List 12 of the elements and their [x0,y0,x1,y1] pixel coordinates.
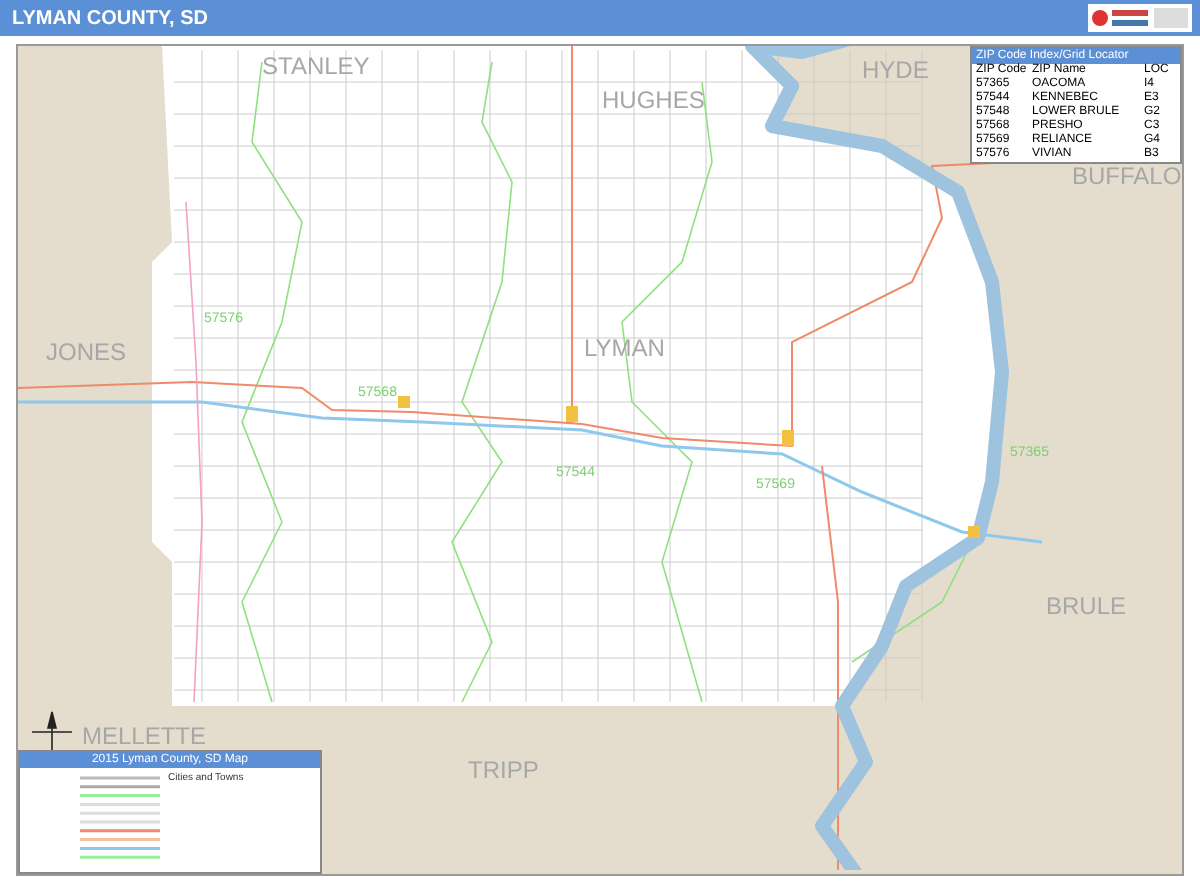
county-label: BUFFALO [1072,162,1182,190]
compass-icon [31,711,73,753]
county-label: JONES [46,338,127,366]
county-label: BRULE [1046,592,1127,620]
county-label: TRIPP [468,756,539,784]
map-title: LYMAN COUNTY, SD [12,7,208,29]
publisher-logo-icon [1088,4,1192,32]
legend-symbols-drawing [80,772,160,860]
county-label: STANLEY [262,52,370,80]
county-label: HYDE [862,56,929,84]
county-label: MELLETTE [82,722,207,750]
county-label: HUGHES [602,86,705,114]
